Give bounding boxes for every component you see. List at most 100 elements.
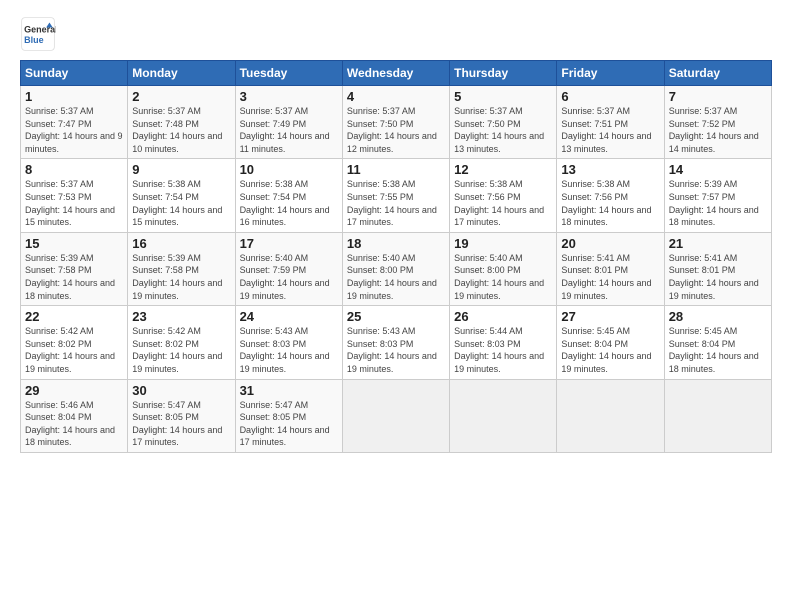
calendar-cell: 12Sunrise: 5:38 AMSunset: 7:56 PMDayligh…	[450, 159, 557, 232]
calendar-cell: 19Sunrise: 5:40 AMSunset: 8:00 PMDayligh…	[450, 232, 557, 305]
weekday-header-sunday: Sunday	[21, 61, 128, 86]
calendar-table: SundayMondayTuesdayWednesdayThursdayFrid…	[20, 60, 772, 453]
calendar-cell: 15Sunrise: 5:39 AMSunset: 7:58 PMDayligh…	[21, 232, 128, 305]
calendar-cell: 26Sunrise: 5:44 AMSunset: 8:03 PMDayligh…	[450, 306, 557, 379]
day-info: Sunrise: 5:42 AMSunset: 8:02 PMDaylight:…	[25, 325, 123, 375]
calendar-cell: 10Sunrise: 5:38 AMSunset: 7:54 PMDayligh…	[235, 159, 342, 232]
weekday-header-friday: Friday	[557, 61, 664, 86]
day-info: Sunrise: 5:38 AMSunset: 7:56 PMDaylight:…	[454, 178, 552, 228]
day-number: 20	[561, 236, 659, 251]
day-info: Sunrise: 5:37 AMSunset: 7:50 PMDaylight:…	[454, 105, 552, 155]
day-number: 22	[25, 309, 123, 324]
calendar-cell: 22Sunrise: 5:42 AMSunset: 8:02 PMDayligh…	[21, 306, 128, 379]
day-number: 23	[132, 309, 230, 324]
weekday-header-wednesday: Wednesday	[342, 61, 449, 86]
day-info: Sunrise: 5:37 AMSunset: 7:51 PMDaylight:…	[561, 105, 659, 155]
day-info: Sunrise: 5:47 AMSunset: 8:05 PMDaylight:…	[132, 399, 230, 449]
day-number: 15	[25, 236, 123, 251]
day-number: 26	[454, 309, 552, 324]
calendar-cell: 2Sunrise: 5:37 AMSunset: 7:48 PMDaylight…	[128, 86, 235, 159]
day-number: 31	[240, 383, 338, 398]
day-info: Sunrise: 5:37 AMSunset: 7:49 PMDaylight:…	[240, 105, 338, 155]
day-number: 11	[347, 162, 445, 177]
day-info: Sunrise: 5:44 AMSunset: 8:03 PMDaylight:…	[454, 325, 552, 375]
day-number: 2	[132, 89, 230, 104]
day-number: 4	[347, 89, 445, 104]
day-info: Sunrise: 5:40 AMSunset: 7:59 PMDaylight:…	[240, 252, 338, 302]
calendar-week-2: 8Sunrise: 5:37 AMSunset: 7:53 PMDaylight…	[21, 159, 772, 232]
day-number: 17	[240, 236, 338, 251]
calendar-cell: 27Sunrise: 5:45 AMSunset: 8:04 PMDayligh…	[557, 306, 664, 379]
day-info: Sunrise: 5:38 AMSunset: 7:56 PMDaylight:…	[561, 178, 659, 228]
weekday-header-saturday: Saturday	[664, 61, 771, 86]
day-number: 7	[669, 89, 767, 104]
calendar-cell: 6Sunrise: 5:37 AMSunset: 7:51 PMDaylight…	[557, 86, 664, 159]
logo-icon: General Blue	[20, 16, 56, 52]
logo: General Blue	[20, 16, 56, 52]
day-info: Sunrise: 5:40 AMSunset: 8:00 PMDaylight:…	[454, 252, 552, 302]
day-info: Sunrise: 5:37 AMSunset: 7:48 PMDaylight:…	[132, 105, 230, 155]
calendar-cell	[664, 379, 771, 452]
calendar-cell	[450, 379, 557, 452]
calendar-cell: 25Sunrise: 5:43 AMSunset: 8:03 PMDayligh…	[342, 306, 449, 379]
calendar-cell: 14Sunrise: 5:39 AMSunset: 7:57 PMDayligh…	[664, 159, 771, 232]
day-info: Sunrise: 5:39 AMSunset: 7:58 PMDaylight:…	[25, 252, 123, 302]
calendar-cell: 16Sunrise: 5:39 AMSunset: 7:58 PMDayligh…	[128, 232, 235, 305]
day-info: Sunrise: 5:45 AMSunset: 8:04 PMDaylight:…	[669, 325, 767, 375]
day-number: 10	[240, 162, 338, 177]
weekday-header-row: SundayMondayTuesdayWednesdayThursdayFrid…	[21, 61, 772, 86]
calendar-cell: 31Sunrise: 5:47 AMSunset: 8:05 PMDayligh…	[235, 379, 342, 452]
day-number: 9	[132, 162, 230, 177]
day-number: 6	[561, 89, 659, 104]
calendar-week-4: 22Sunrise: 5:42 AMSunset: 8:02 PMDayligh…	[21, 306, 772, 379]
day-number: 24	[240, 309, 338, 324]
day-info: Sunrise: 5:47 AMSunset: 8:05 PMDaylight:…	[240, 399, 338, 449]
day-number: 30	[132, 383, 230, 398]
calendar-cell: 8Sunrise: 5:37 AMSunset: 7:53 PMDaylight…	[21, 159, 128, 232]
weekday-header-thursday: Thursday	[450, 61, 557, 86]
day-info: Sunrise: 5:37 AMSunset: 7:50 PMDaylight:…	[347, 105, 445, 155]
day-info: Sunrise: 5:37 AMSunset: 7:53 PMDaylight:…	[25, 178, 123, 228]
day-number: 21	[669, 236, 767, 251]
calendar-body: 1Sunrise: 5:37 AMSunset: 7:47 PMDaylight…	[21, 86, 772, 453]
calendar-header: SundayMondayTuesdayWednesdayThursdayFrid…	[21, 61, 772, 86]
calendar-cell: 18Sunrise: 5:40 AMSunset: 8:00 PMDayligh…	[342, 232, 449, 305]
day-info: Sunrise: 5:41 AMSunset: 8:01 PMDaylight:…	[669, 252, 767, 302]
weekday-header-monday: Monday	[128, 61, 235, 86]
calendar-cell: 1Sunrise: 5:37 AMSunset: 7:47 PMDaylight…	[21, 86, 128, 159]
day-info: Sunrise: 5:39 AMSunset: 7:58 PMDaylight:…	[132, 252, 230, 302]
day-number: 27	[561, 309, 659, 324]
weekday-header-tuesday: Tuesday	[235, 61, 342, 86]
day-number: 19	[454, 236, 552, 251]
day-info: Sunrise: 5:43 AMSunset: 8:03 PMDaylight:…	[347, 325, 445, 375]
day-number: 16	[132, 236, 230, 251]
calendar-cell: 5Sunrise: 5:37 AMSunset: 7:50 PMDaylight…	[450, 86, 557, 159]
calendar-week-3: 15Sunrise: 5:39 AMSunset: 7:58 PMDayligh…	[21, 232, 772, 305]
day-number: 25	[347, 309, 445, 324]
calendar-cell: 28Sunrise: 5:45 AMSunset: 8:04 PMDayligh…	[664, 306, 771, 379]
day-number: 18	[347, 236, 445, 251]
svg-text:Blue: Blue	[24, 35, 44, 45]
day-number: 5	[454, 89, 552, 104]
day-info: Sunrise: 5:40 AMSunset: 8:00 PMDaylight:…	[347, 252, 445, 302]
day-number: 8	[25, 162, 123, 177]
calendar-cell: 9Sunrise: 5:38 AMSunset: 7:54 PMDaylight…	[128, 159, 235, 232]
calendar-cell: 13Sunrise: 5:38 AMSunset: 7:56 PMDayligh…	[557, 159, 664, 232]
day-info: Sunrise: 5:46 AMSunset: 8:04 PMDaylight:…	[25, 399, 123, 449]
day-number: 14	[669, 162, 767, 177]
day-info: Sunrise: 5:45 AMSunset: 8:04 PMDaylight:…	[561, 325, 659, 375]
day-number: 13	[561, 162, 659, 177]
calendar-cell: 23Sunrise: 5:42 AMSunset: 8:02 PMDayligh…	[128, 306, 235, 379]
day-info: Sunrise: 5:38 AMSunset: 7:54 PMDaylight:…	[132, 178, 230, 228]
calendar-cell: 21Sunrise: 5:41 AMSunset: 8:01 PMDayligh…	[664, 232, 771, 305]
calendar-week-1: 1Sunrise: 5:37 AMSunset: 7:47 PMDaylight…	[21, 86, 772, 159]
calendar-cell: 30Sunrise: 5:47 AMSunset: 8:05 PMDayligh…	[128, 379, 235, 452]
day-number: 29	[25, 383, 123, 398]
day-info: Sunrise: 5:43 AMSunset: 8:03 PMDaylight:…	[240, 325, 338, 375]
calendar-cell: 11Sunrise: 5:38 AMSunset: 7:55 PMDayligh…	[342, 159, 449, 232]
day-number: 28	[669, 309, 767, 324]
calendar-cell: 17Sunrise: 5:40 AMSunset: 7:59 PMDayligh…	[235, 232, 342, 305]
day-number: 12	[454, 162, 552, 177]
day-info: Sunrise: 5:38 AMSunset: 7:54 PMDaylight:…	[240, 178, 338, 228]
calendar-cell: 24Sunrise: 5:43 AMSunset: 8:03 PMDayligh…	[235, 306, 342, 379]
